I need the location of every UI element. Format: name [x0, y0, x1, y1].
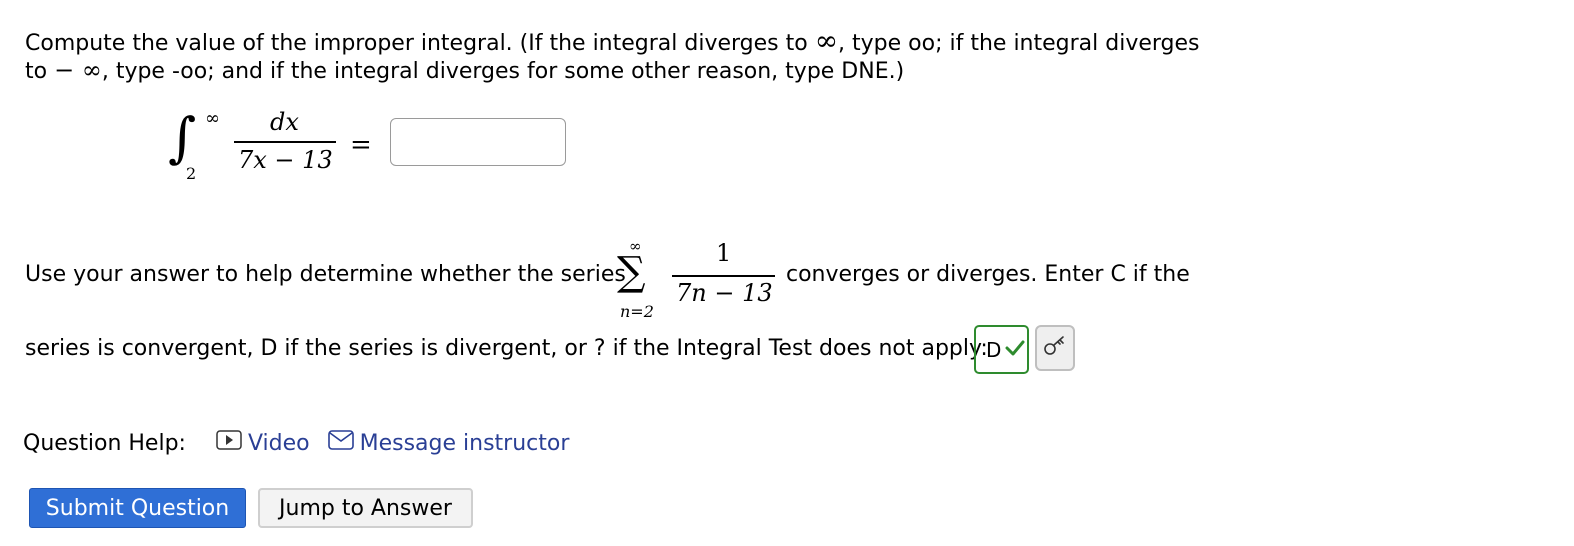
series-lower-limit: n=2	[620, 302, 654, 321]
series-text-before: Use your answer to help determine whethe…	[25, 262, 626, 287]
series-fraction-bar	[672, 275, 775, 277]
equals-sign: =	[350, 130, 372, 160]
message-instructor-link[interactable]: Message instructor	[327, 430, 569, 456]
series-denominator: 7n − 13	[676, 279, 773, 307]
show-answer-key-button[interactable]	[1035, 325, 1075, 371]
series-answer-field[interactable]: D	[974, 325, 1029, 374]
envelope-icon	[327, 430, 354, 456]
series-text-line-2: series is convergent, D if the series is…	[25, 336, 988, 361]
integral-numerator: dx	[270, 108, 299, 136]
neg-infinity-symbol: − ∞	[54, 56, 102, 84]
integral-upper-limit: ∞	[205, 108, 220, 129]
key-icon	[1043, 335, 1067, 361]
jump-to-answer-button[interactable]: Jump to Answer	[258, 488, 473, 528]
video-link[interactable]: Video	[216, 430, 310, 456]
submit-question-button[interactable]: Submit Question	[29, 488, 246, 528]
question-line-2: to − ∞, type -oo; and if the integral di…	[25, 56, 905, 84]
integral-answer-input[interactable]	[390, 118, 566, 166]
integral-lower-limit: 2	[186, 164, 197, 183]
integral-fraction-bar	[234, 141, 336, 143]
series-numerator: 1	[716, 239, 732, 267]
checkmark-icon	[1005, 338, 1025, 362]
series-answer-value: D	[986, 337, 1002, 362]
sigma-sign: ∑	[617, 249, 646, 295]
play-icon	[216, 430, 242, 456]
integral-denominator: 7x − 13	[238, 146, 333, 174]
series-text-after: converges or diverges. Enter C if the	[786, 262, 1190, 287]
infinity-symbol: ∞	[814, 24, 839, 57]
question-help-label: Question Help:	[23, 430, 186, 456]
question-help-bar: Question Help: Video Message instructor	[23, 430, 569, 456]
integral-sign: ∫	[168, 106, 197, 169]
